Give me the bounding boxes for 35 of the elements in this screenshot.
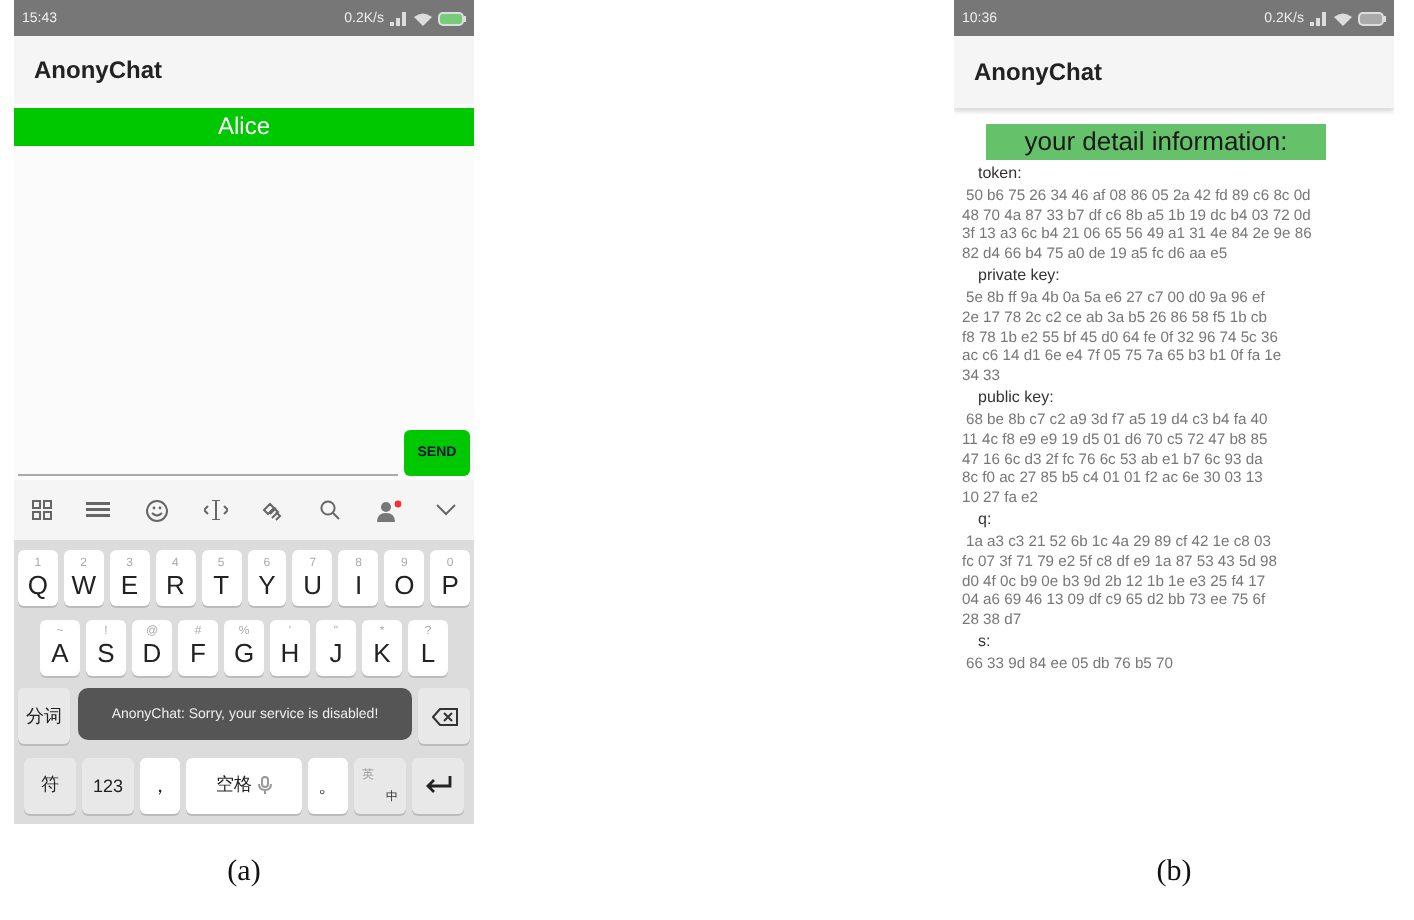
- microphone-icon: [258, 776, 272, 795]
- space-key[interactable]: 空格: [186, 757, 302, 814]
- wifi-icon: [414, 11, 432, 25]
- signal-icon: [390, 11, 408, 25]
- key[interactable]: [412, 757, 464, 814]
- field-label: public key:: [978, 388, 1056, 409]
- wifi-icon: [1334, 11, 1352, 25]
- detail-heading: your detail information:: [986, 124, 1326, 160]
- figure-caption: (b): [1156, 856, 1192, 890]
- battery-icon: [1358, 11, 1386, 25]
- signal-icon: [1310, 11, 1328, 25]
- backspace-icon: [431, 707, 457, 726]
- figure-caption: (a): [227, 856, 261, 890]
- field-label: private key:: [978, 266, 1062, 287]
- chevron-down-icon[interactable]: [436, 504, 457, 516]
- grid-icon[interactable]: [31, 500, 52, 520]
- enter-icon: [425, 776, 451, 795]
- key[interactable]: 符: [24, 757, 76, 814]
- chat-header: Alice: [14, 108, 474, 146]
- search-icon[interactable]: [319, 500, 340, 520]
- battery-icon: [438, 11, 466, 25]
- person-icon[interactable]: [375, 499, 402, 521]
- key[interactable]: 。: [308, 757, 348, 814]
- keyboard-icon[interactable]: [86, 502, 111, 518]
- app-title: AnonyChat: [974, 58, 1102, 86]
- field-label: token:: [978, 164, 1024, 184]
- app-title: AnonyChat: [34, 56, 162, 84]
- cursor-icon[interactable]: [203, 500, 228, 520]
- emoji-icon[interactable]: [146, 499, 169, 521]
- key[interactable]: 分词: [18, 688, 70, 745]
- key[interactable]: [418, 688, 470, 745]
- key[interactable]: 123: [82, 757, 134, 814]
- field-label: s:: [978, 632, 993, 653]
- key[interactable]: ，: [140, 757, 180, 814]
- field-label: q:: [978, 510, 994, 531]
